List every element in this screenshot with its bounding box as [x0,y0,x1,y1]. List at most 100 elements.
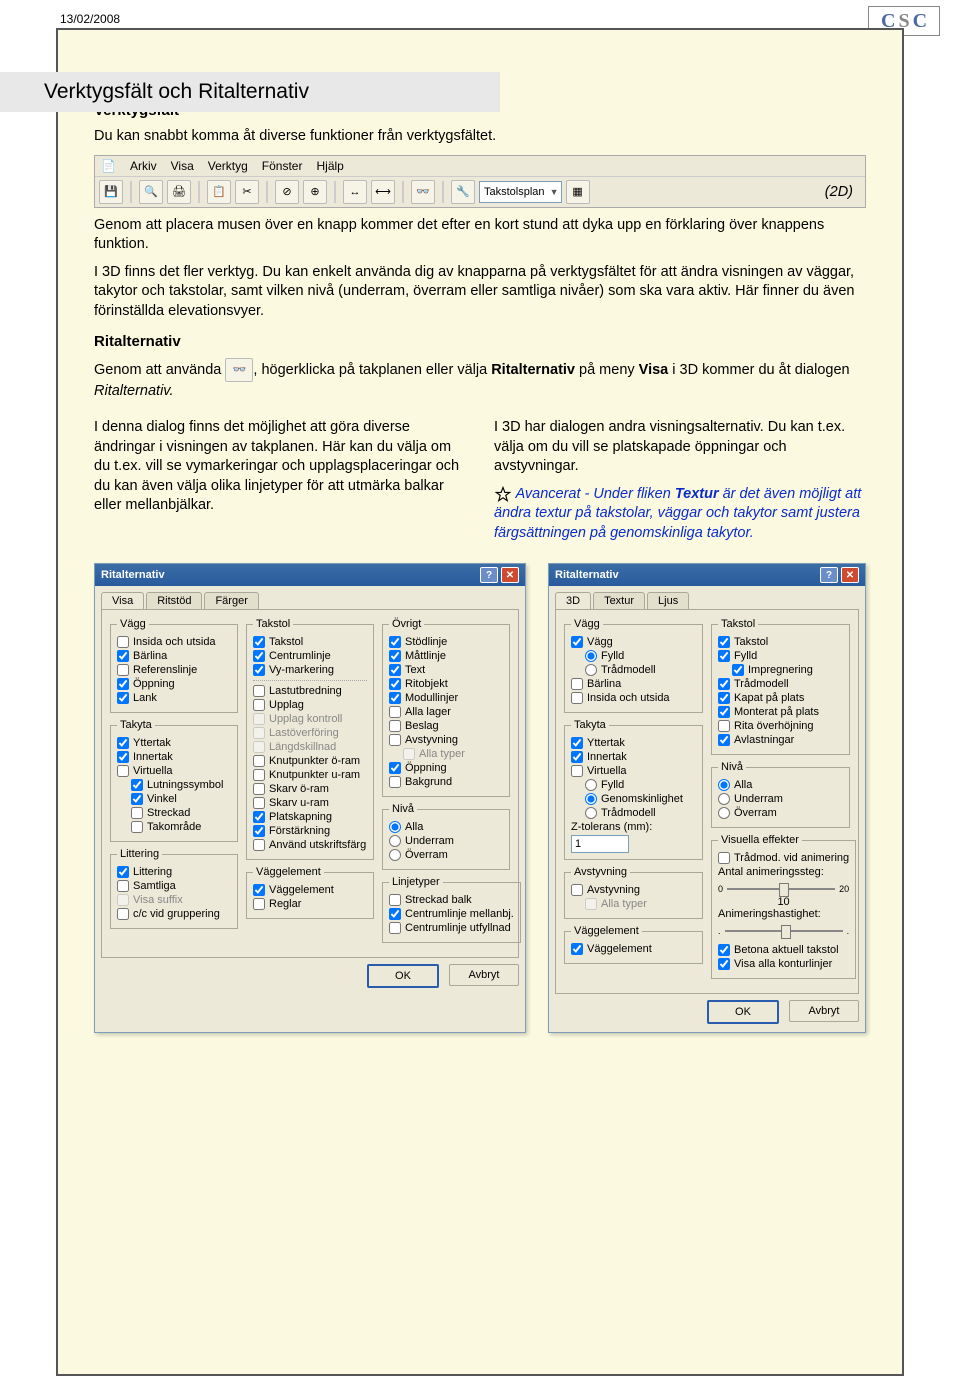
checkbox-f-rst-rkning[interactable]: Förstärkning [253,825,367,837]
checkbox-takomr-de[interactable]: Takområde [131,821,231,833]
close-button[interactable]: ✕ [841,567,859,583]
radio-tr-dmodell[interactable]: Trådmodell [585,664,696,676]
radio-underram[interactable]: Underram [718,793,843,805]
cancel-button[interactable]: Avbryt [449,964,519,986]
checkbox-littering[interactable]: Littering [117,866,231,878]
checkbox-centrumlinje-utfyllnad[interactable]: Centrumlinje utfyllnad [389,922,514,934]
checkbox-v-gg[interactable]: Vägg [571,636,696,648]
checkbox-referenslinje[interactable]: Referenslinje [117,664,231,676]
help-button[interactable]: ? [820,567,838,583]
checkbox-streckad-balk[interactable]: Streckad balk [389,894,514,906]
checkbox-alla-lager[interactable]: Alla lager [389,706,503,718]
checkbox-skarv-ram[interactable]: Skarv ö-ram [253,783,367,795]
radio-tr-dmodell[interactable]: Trådmodell [585,807,696,819]
ok-button[interactable]: OK [707,1000,779,1024]
tab-textur[interactable]: Textur [593,592,645,609]
checkbox-b-rlina[interactable]: Bärlina [117,650,231,662]
checkbox-tr-dmodell[interactable]: Trådmodell [718,678,843,690]
checkbox-samtliga[interactable]: Samtliga [117,880,231,892]
glasses-icon[interactable]: 👓 [225,358,253,382]
radio-alla[interactable]: Alla [718,779,843,791]
menu-item[interactable]: Verktyg [208,159,248,173]
checkbox-centrumlinje[interactable]: Centrumlinje [253,650,367,662]
toolbar-button[interactable]: ▦ [566,180,590,204]
toolbar-button[interactable]: ↔ [343,180,367,204]
checkbox-betona-aktuell-takstol[interactable]: Betona aktuell takstol [718,944,849,956]
checkbox-fylld[interactable]: Fylld [718,650,843,662]
checkbox-m-ttlinje[interactable]: Måttlinje [389,650,503,662]
checkbox-reglar[interactable]: Reglar [253,898,367,910]
checkbox--ppning[interactable]: Öppning [117,678,231,690]
toolbar-button[interactable]: 🔧 [451,180,475,204]
checkbox-takstol[interactable]: Takstol [253,636,367,648]
checkbox-virtuella[interactable]: Virtuella [117,765,231,777]
toolbar-button[interactable]: ✂ [235,180,259,204]
checkbox-lutningssymbol[interactable]: Lutningssymbol [131,779,231,791]
ok-button[interactable]: OK [367,964,439,988]
toolbar-button[interactable]: ⟷ [371,180,395,204]
tab-farger[interactable]: Färger [204,592,258,609]
toolbar-button[interactable]: 📋 [207,180,231,204]
checkbox-insida-och-utsida[interactable]: Insida och utsida [117,636,231,648]
checkbox-beslag[interactable]: Beslag [389,720,503,732]
checkbox-skarv-u-ram[interactable]: Skarv u-ram [253,797,367,809]
checkbox-upplag[interactable]: Upplag [253,699,367,711]
checkbox-virtuella[interactable]: Virtuella [571,765,696,777]
checkbox-impregnering[interactable]: Impregnering [732,664,843,676]
tab-ritstod[interactable]: Ritstöd [146,592,202,609]
tab-ljus[interactable]: Ljus [647,592,689,609]
menu-item[interactable]: Hjälp [316,159,343,173]
radio-fylld[interactable]: Fylld [585,779,696,791]
cancel-button[interactable]: Avbryt [789,1000,859,1022]
toolbar-button[interactable]: 💾 [99,180,123,204]
checkbox-platskapning[interactable]: Platskapning [253,811,367,823]
close-button[interactable]: ✕ [501,567,519,583]
checkbox-avstyvning[interactable]: Avstyvning [571,884,696,896]
checkbox-lastutbredning[interactable]: Lastutbredning [253,685,367,697]
toolbar-button[interactable]: 🔍 [139,180,163,204]
radio--verram[interactable]: Överram [389,849,503,861]
checkbox-v-ggelement[interactable]: Väggelement [253,884,367,896]
checkbox-bakgrund[interactable]: Bakgrund [389,776,503,788]
checkbox-knutpunkter-ram[interactable]: Knutpunkter ö-ram [253,755,367,767]
radio-alla[interactable]: Alla [389,821,503,833]
checkbox-knutpunkter-u-ram[interactable]: Knutpunkter u-ram [253,769,367,781]
checkbox-monterat-p-plats[interactable]: Monterat på plats [718,706,843,718]
menu-item[interactable]: Visa [171,159,194,173]
checkbox-avstyvning[interactable]: Avstyvning [389,734,503,746]
checkbox-yttertak[interactable]: Yttertak [571,737,696,749]
tab-visa[interactable]: Visa [101,592,144,609]
menu-item[interactable]: Fönster [262,159,303,173]
z-tolerance-input[interactable] [571,835,629,853]
toolbar-button[interactable]: ⊘ [275,180,299,204]
checkbox-takstol[interactable]: Takstol [718,636,843,648]
checkbox-innertak[interactable]: Innertak [571,751,696,763]
checkbox-tr-dmod-vid-animering[interactable]: Trådmod. vid animering [718,852,849,864]
checkbox-vy-markering[interactable]: Vy-markering [253,664,367,676]
checkbox-vinkel[interactable]: Vinkel [131,793,231,805]
checkbox-streckad[interactable]: Streckad [131,807,231,819]
checkbox-innertak[interactable]: Innertak [117,751,231,763]
checkbox-kapat-p-plats[interactable]: Kapat på plats [718,692,843,704]
radio-underram[interactable]: Underram [389,835,503,847]
radio-genomskinlighet[interactable]: Genomskinlighet [585,793,696,805]
checkbox-b-rlina[interactable]: Bärlina [571,678,696,690]
checkbox-yttertak[interactable]: Yttertak [117,737,231,749]
checkbox-st-dlinje[interactable]: Stödlinje [389,636,503,648]
checkbox-v-ggelement[interactable]: Väggelement [571,943,696,955]
checkbox-avlastningar[interactable]: Avlastningar [718,734,843,746]
tab-3d[interactable]: 3D [555,592,591,609]
checkbox-ritobjekt[interactable]: Ritobjekt [389,678,503,690]
checkbox-anv-nd-utskriftsf-rg[interactable]: Använd utskriftsfärg [253,839,367,851]
glasses-icon[interactable]: 👓 [411,180,435,204]
help-button[interactable]: ? [480,567,498,583]
checkbox-insida-och-utsida[interactable]: Insida och utsida [571,692,696,704]
checkbox-centrumlinje-mellanbj-[interactable]: Centrumlinje mellanbj. [389,908,514,920]
view-combo[interactable]: Takstolsplan [479,181,562,203]
checkbox-lank[interactable]: Lank [117,692,231,704]
menu-item[interactable]: Arkiv [130,159,157,173]
checkbox--ppning[interactable]: Öppning [389,762,503,774]
anim-speed-slider[interactable]: . . [718,920,849,942]
toolbar-button[interactable]: 🖨 [167,180,191,204]
radio--verram[interactable]: Överram [718,807,843,819]
